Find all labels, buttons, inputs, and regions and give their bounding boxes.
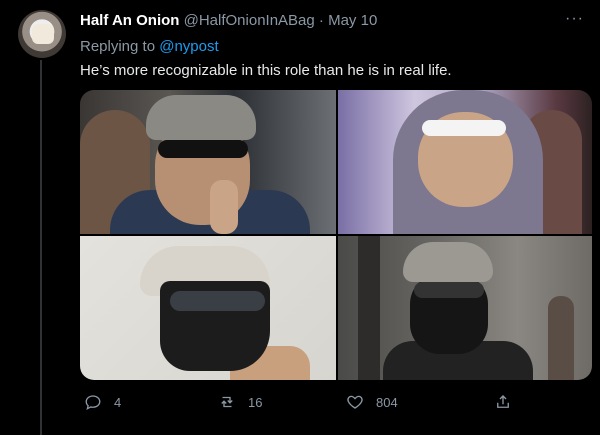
tweet-header: Half An Onion @HalfOnionInABag · May 10 [80, 12, 377, 29]
like-count: 804 [376, 394, 398, 410]
mention-link[interactable]: @nypost [159, 38, 218, 55]
replying-to-line: Replying to @nypost [80, 38, 219, 55]
tweet-date[interactable]: May 10 [328, 12, 377, 29]
photo-4[interactable] [338, 236, 592, 380]
like-button[interactable]: 804 [346, 393, 398, 411]
display-name[interactable]: Half An Onion [80, 12, 179, 29]
share-button[interactable] [494, 393, 512, 411]
share-icon [497, 395, 509, 408]
replying-prefix: Replying to [80, 38, 156, 55]
onion-avatar-icon [32, 24, 54, 44]
retweet-count: 16 [248, 394, 263, 410]
thread-line [40, 60, 42, 435]
photo-2[interactable] [338, 90, 592, 234]
photo-3[interactable] [80, 236, 336, 380]
tweet-text: He’s more recognizable in this role than… [80, 62, 452, 79]
reply-icon [85, 395, 101, 411]
avatar[interactable] [18, 10, 66, 58]
retweet-icon [221, 396, 233, 408]
like-icon [347, 395, 363, 409]
user-handle[interactable]: @HalfOnionInABag [184, 12, 315, 29]
media-grid [80, 90, 592, 380]
reply-count: 4 [114, 394, 122, 410]
retweet-button[interactable]: 16 [218, 393, 262, 411]
separator-dot: · [318, 12, 324, 29]
tweet-actions: 4 16 804 [80, 393, 592, 415]
more-options-icon[interactable]: ··· [565, 10, 584, 28]
photo-1[interactable] [80, 90, 336, 234]
reply-button[interactable]: 4 [84, 393, 121, 411]
